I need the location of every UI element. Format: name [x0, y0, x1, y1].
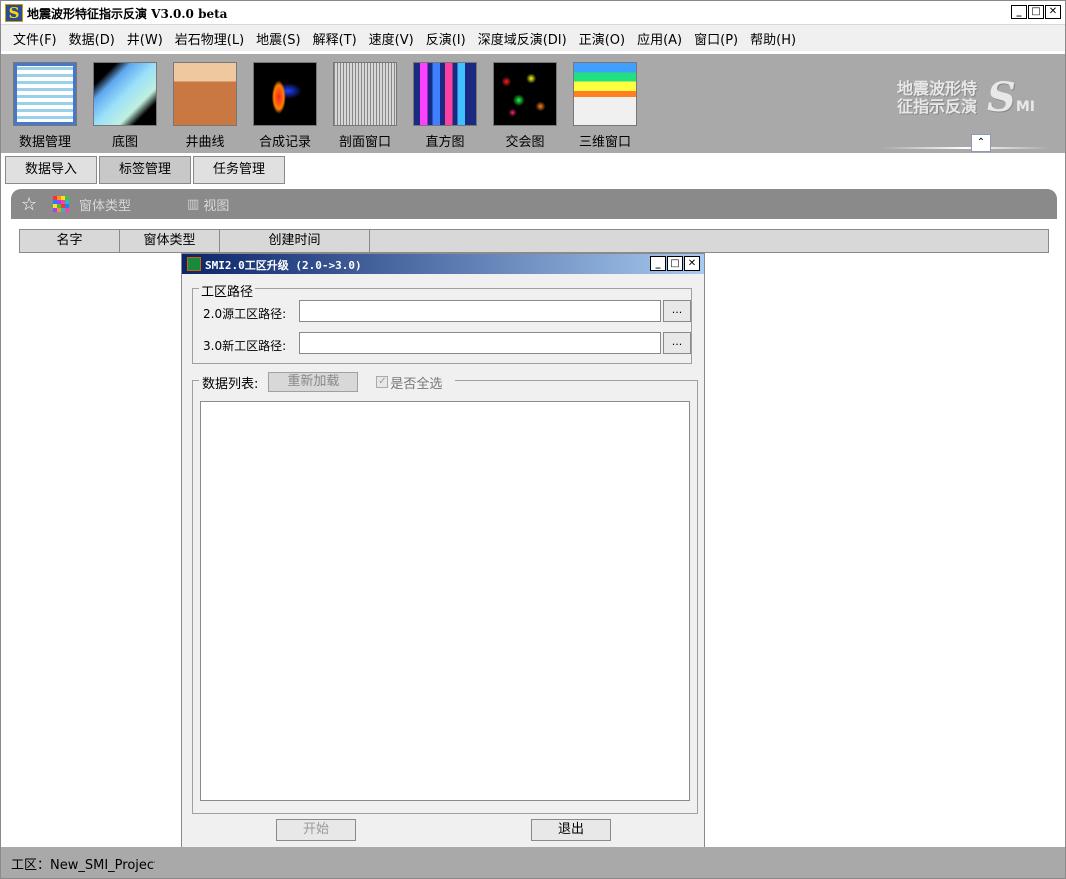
menu-inversion[interactable]: 反演(I) [420, 29, 472, 48]
path-group-title: 工区路径 [199, 281, 256, 300]
histogram-icon [413, 62, 477, 126]
status-bar: 工区：New_SMI_Project [1, 847, 1065, 878]
window-type-label[interactable]: 窗体类型 [79, 195, 131, 214]
data-list-label: 数据列表: [202, 376, 259, 392]
well-log-icon [173, 62, 237, 126]
crossplot-icon [493, 62, 557, 126]
tool-3d-window[interactable]: 三维窗口 [569, 62, 641, 150]
tool-label: 剖面窗口 [338, 135, 391, 150]
basemap-icon [93, 62, 157, 126]
app-logo-icon: S [5, 4, 23, 22]
toolbar: 数据管理 底图 井曲线 合成记录 剖面窗口 直方图 交会图 三维窗口 地震波形特… [1, 54, 1065, 153]
logo-divider [881, 147, 1051, 149]
tab-data-import[interactable]: 数据导入 [5, 156, 98, 184]
window-type-icon[interactable] [53, 196, 69, 212]
dialog-app-icon [187, 257, 201, 271]
dialog-close-button[interactable]: ✕ [684, 256, 700, 271]
dialog-title: SMI2.0工区升级 (2.0->3.0) [205, 259, 362, 272]
new-path-label: 3.0新工区路径: [203, 339, 287, 353]
data-management-icon [13, 62, 77, 126]
menu-velocity[interactable]: 速度(V) [363, 29, 420, 48]
menu-interpretation[interactable]: 解释(T) [307, 29, 363, 48]
logo-mark: S MI [987, 74, 1035, 121]
menu-depth-inversion[interactable]: 深度域反演(DI) [472, 29, 573, 48]
close-button[interactable]: ✕ [1045, 5, 1061, 19]
tool-data-management[interactable]: 数据管理 [9, 62, 81, 150]
select-all-checkbox[interactable]: ✓ [376, 376, 389, 388]
new-browse-button[interactable]: ... [663, 332, 691, 354]
dialog-minimize-button[interactable]: _ [650, 256, 666, 271]
logo-text: 地震波形特 征指示反演 [896, 78, 977, 116]
window-controls: _ □ ✕ [1011, 5, 1061, 19]
source-browse-button[interactable]: ... [663, 300, 691, 322]
app-logo: 地震波形特 征指示反演 S MI [897, 74, 1035, 121]
section-window-icon [333, 62, 397, 126]
path-group: 工区路径 2.0源工区路径: ... 3.0新工区路径: ... [192, 281, 692, 364]
workspace-status: 工区：New_SMI_Project [11, 858, 155, 873]
menu-seismic[interactable]: 地震(S) [250, 29, 306, 48]
logo-s: S [986, 74, 1016, 121]
tool-label: 三维窗口 [578, 135, 631, 150]
main-window: S 地震波形特征指示反演 V3.0.0 beta _ □ ✕ 文件(F) 数据(… [0, 0, 1066, 879]
source-path-label: 2.0源工区路径: [203, 307, 287, 321]
tab-tag-management[interactable]: 标签管理 [99, 156, 192, 184]
title-bar: S 地震波形特征指示反演 V3.0.0 beta _ □ ✕ [1, 1, 1065, 25]
menu-window[interactable]: 窗口(P) [688, 29, 744, 48]
view-label[interactable]: 视图 [203, 195, 229, 214]
reload-button[interactable]: 重新加载 [268, 372, 359, 392]
tool-label: 井曲线 [185, 135, 225, 150]
tool-histogram[interactable]: 直方图 [409, 62, 481, 150]
tool-crossplot[interactable]: 交会图 [489, 62, 561, 150]
tool-label: 交会图 [505, 135, 545, 150]
column-window-type[interactable]: 窗体类型 [120, 230, 220, 252]
panel-header: ☆ 窗体类型 ▥ 视图 [11, 189, 1057, 219]
tool-section-window[interactable]: 剖面窗口 [329, 62, 401, 150]
tool-synthetic-record[interactable]: 合成记录 [249, 62, 321, 150]
maximize-button[interactable]: □ [1028, 5, 1044, 19]
menu-bar: 文件(F) 数据(D) 井(W) 岩石物理(L) 地震(S) 解释(T) 速度(… [1, 25, 1065, 51]
upgrade-dialog: SMI2.0工区升级 (2.0->3.0) _ □ ✕ 工区路径 2.0源工区路… [181, 253, 705, 849]
dialog-maximize-button[interactable]: □ [667, 256, 683, 271]
new-path-input[interactable] [299, 332, 661, 354]
tool-label: 合成记录 [258, 135, 311, 150]
tool-well-log[interactable]: 井曲线 [169, 62, 241, 150]
view-icon[interactable]: ▥ [187, 197, 199, 212]
menu-data[interactable]: 数据(D) [63, 29, 121, 48]
collapse-toolbar-button[interactable]: ⌃ [971, 134, 991, 152]
menu-rock-physics[interactable]: 岩石物理(L) [169, 29, 250, 48]
3d-window-icon [573, 62, 637, 126]
table-header: 名字 窗体类型 创建时间 [19, 229, 1049, 253]
data-list-group: 数据列表: 重新加载 ✓ 是否全选 [192, 372, 698, 814]
column-created-time[interactable]: 创建时间 [220, 230, 370, 252]
tab-bar: 数据导入 标签管理 任务管理 [5, 156, 287, 184]
tool-label: 底图 [111, 135, 138, 150]
logo-line-2: 征指示反演 [896, 96, 977, 116]
select-all-label[interactable]: 是否全选 [390, 373, 452, 392]
tool-label: 直方图 [425, 135, 465, 150]
data-list-box[interactable] [200, 401, 690, 801]
menu-application[interactable]: 应用(A) [631, 29, 688, 48]
menu-well[interactable]: 井(W) [121, 29, 169, 48]
logo-line-1: 地震波形特 [896, 78, 977, 98]
logo-sub: MI [1015, 99, 1035, 115]
tool-label: 数据管理 [18, 135, 71, 150]
tab-task-management[interactable]: 任务管理 [193, 156, 286, 184]
data-list-header: 数据列表: 重新加载 ✓ 是否全选 [199, 372, 456, 392]
tool-basemap[interactable]: 底图 [89, 62, 161, 150]
synthetic-record-icon [253, 62, 317, 126]
source-path-input[interactable] [299, 300, 661, 322]
start-button[interactable]: 开始 [276, 819, 356, 841]
star-icon[interactable]: ☆ [21, 194, 41, 215]
dialog-window-controls: _ □ ✕ [650, 256, 700, 271]
menu-help[interactable]: 帮助(H) [744, 29, 802, 48]
exit-button[interactable]: 退出 [531, 819, 611, 841]
minimize-button[interactable]: _ [1011, 5, 1027, 19]
column-name[interactable]: 名字 [20, 230, 120, 252]
window-title: 地震波形特征指示反演 V3.0.0 beta [27, 7, 228, 21]
menu-forward[interactable]: 正演(O) [573, 29, 631, 48]
dialog-title-bar: SMI2.0工区升级 (2.0->3.0) _ □ ✕ [182, 254, 704, 274]
menu-file[interactable]: 文件(F) [7, 29, 63, 48]
